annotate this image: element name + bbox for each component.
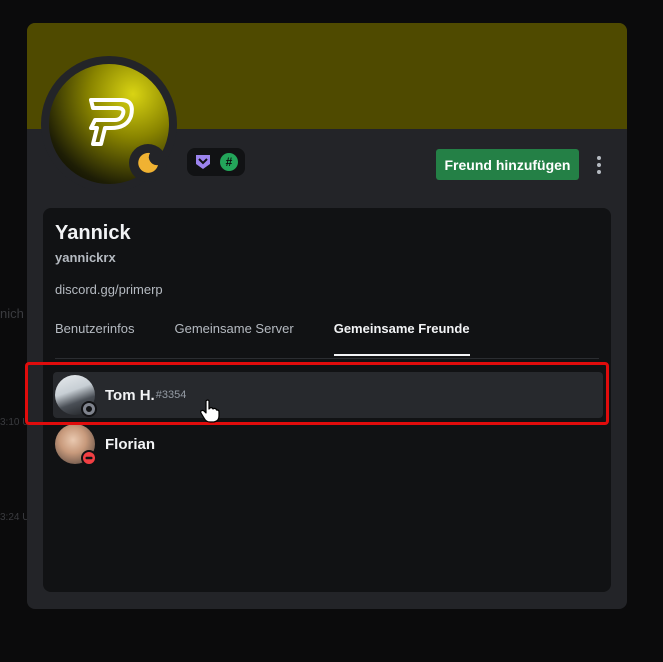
tab-user-info[interactable]: Benutzerinfos — [55, 320, 135, 356]
hypesquad-icon[interactable] — [194, 153, 212, 171]
status-indicator — [129, 144, 167, 182]
tab-mutual-friends[interactable]: Gemeinsame Freunde — [333, 320, 470, 356]
user-profile-card: # Freund hinzufügen Yannick yannickrx di… — [27, 23, 627, 609]
friend-row-florian[interactable]: Florian — [53, 421, 603, 467]
tab-mutual-servers[interactable]: Gemeinsame Server — [175, 320, 294, 356]
moon-idle-icon — [138, 152, 158, 173]
add-friend-button[interactable]: Freund hinzufügen — [436, 149, 579, 180]
primerp-logo-icon — [89, 98, 134, 146]
display-name: Yannick — [55, 222, 131, 244]
username: yannickrx — [55, 250, 116, 265]
highlight-box — [25, 362, 609, 425]
dnd-status-icon — [81, 450, 97, 466]
background-text-3: 3:24 U — [0, 512, 30, 523]
profile-tabs: Benutzerinfos Gemeinsame Server Gemeinsa… — [55, 320, 510, 358]
friend-name: Florian — [105, 435, 156, 453]
friend-avatar — [55, 424, 97, 466]
bio-link[interactable]: discord.gg/primerp — [55, 282, 163, 297]
background-text-1: nich — [0, 306, 24, 321]
hand-cursor-icon — [200, 399, 220, 423]
badge-container: # — [187, 148, 245, 176]
hash-icon[interactable]: # — [220, 153, 238, 171]
tab-divider — [55, 358, 599, 359]
more-vertical-icon[interactable] — [590, 151, 608, 179]
